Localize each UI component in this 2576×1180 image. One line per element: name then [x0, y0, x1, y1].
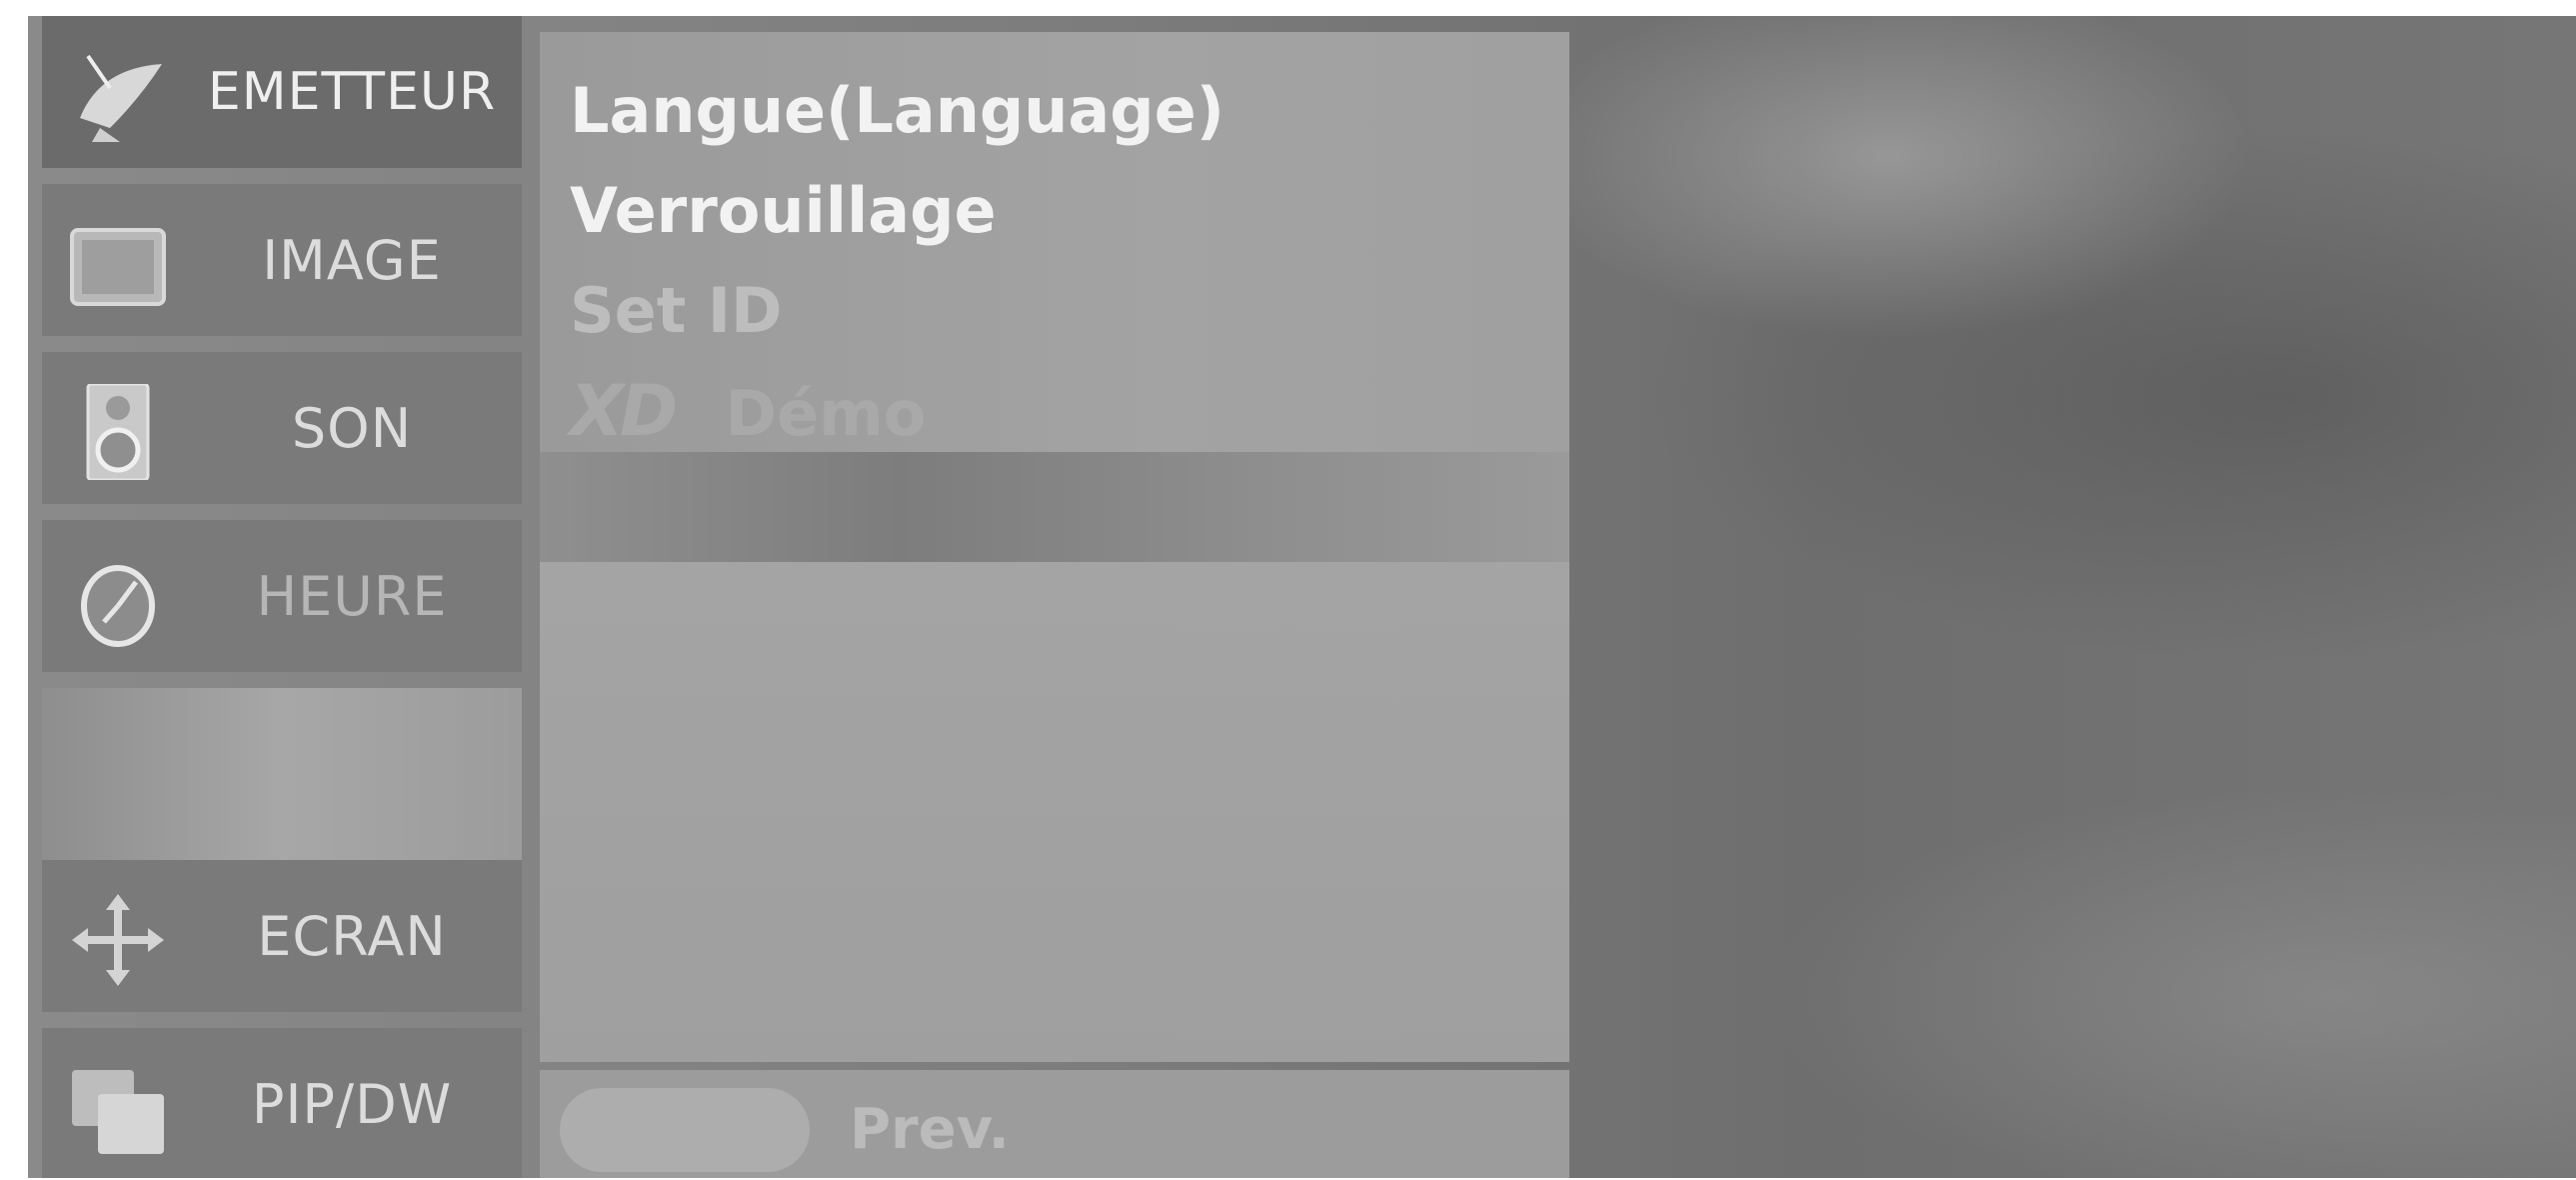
sidebar-item-emetteur[interactable]: EMETTEUR: [42, 16, 522, 168]
navigation-bar: Prev.: [540, 1070, 1569, 1178]
move-arrows-icon: [70, 892, 166, 988]
clock-icon: [70, 552, 166, 648]
sidebar-item-label: SON: [291, 396, 413, 460]
menu-item-verrouillage[interactable]: Verrouillage: [570, 174, 997, 247]
sidebar-item-image[interactable]: IMAGE: [42, 184, 522, 336]
sidebar-item-label: PIP/DW: [251, 1072, 453, 1136]
xd-logo-icon: XD: [570, 370, 678, 452]
speaker-icon: [70, 382, 166, 482]
sidebar-item-label: IMAGE: [262, 228, 442, 292]
menu-item-xd-demo[interactable]: XD Démo: [570, 370, 926, 452]
satellite-dish-icon: [70, 48, 166, 144]
picture-icon: [70, 216, 166, 312]
menu-item-set-id[interactable]: Set ID: [570, 274, 782, 347]
sidebar-item-pip-dw[interactable]: PIP/DW: [42, 1028, 522, 1178]
sidebar-item-ecran[interactable]: ECRAN: [42, 860, 522, 1012]
pip-window-icon: [70, 1060, 166, 1156]
sidebar-spacer: [42, 688, 522, 860]
sidebar-item-label: ECRAN: [257, 904, 447, 968]
menu-item-langue[interactable]: Langue(Language): [570, 74, 1225, 147]
prev-button[interactable]: [560, 1088, 810, 1172]
menu-divider-band: [540, 452, 1569, 562]
sidebar-item-label: HEURE: [256, 564, 448, 628]
submenu-panel: [540, 562, 1569, 1062]
sidebar-item-heure[interactable]: HEURE: [42, 520, 522, 672]
menu-panel: Langue(Language) Verrouillage Set ID XD …: [540, 32, 1569, 452]
sidebar-item-label: EMETTEUR: [207, 62, 497, 122]
sidebar-item-son[interactable]: SON: [42, 352, 522, 504]
prev-label: Prev.: [850, 1097, 1010, 1162]
osd-screen: EMETTEUR IMAGE SON HEURE ECRAN PIP/DW La…: [28, 16, 2576, 1178]
menu-item-label: Démo: [725, 377, 927, 450]
